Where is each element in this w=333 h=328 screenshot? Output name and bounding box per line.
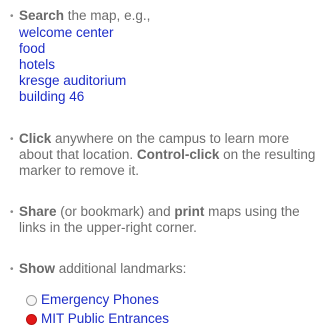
control-click-label: Control-click [136, 147, 220, 162]
click-help: Click anywhere on the campus to learn mo… [19, 131, 325, 179]
share-text-1: (or bookmark) and [56, 204, 175, 219]
share-label: Share [19, 204, 57, 219]
radio-selected-icon[interactable] [26, 313, 37, 325]
landmark-option-mit-public-entrances[interactable]: MIT Public Entrances [26, 310, 169, 328]
bullet-icon: • [10, 134, 14, 145]
search-label: Search [19, 8, 65, 23]
landmark-options: Emergency Phones MIT Public Entrances [26, 291, 169, 328]
landmark-label-emergency-phones[interactable]: Emergency Phones [41, 292, 159, 308]
landmark-option-emergency-phones[interactable]: Emergency Phones [26, 291, 169, 309]
example-link-food[interactable]: food [19, 41, 45, 56]
bullet-icon: • [10, 11, 14, 22]
show-label: Show [19, 261, 55, 276]
search-examples: welcome center food hotels kresge audito… [19, 25, 325, 105]
example-link-building-46[interactable]: building 46 [19, 89, 84, 104]
search-text: the map, e.g., [64, 8, 151, 23]
radio-unselected-icon[interactable] [26, 294, 37, 306]
share-help: Share (or bookmark) and print maps using… [19, 204, 325, 236]
bullet-icon: • [10, 264, 14, 275]
example-link-welcome-center[interactable]: welcome center [19, 25, 114, 40]
example-link-kresge-auditorium[interactable]: kresge auditorium [19, 73, 126, 88]
example-link-hotels[interactable]: hotels [19, 57, 55, 72]
click-label: Click [19, 131, 52, 146]
show-text: additional landmarks: [55, 261, 187, 276]
bullet-icon: • [10, 207, 14, 218]
search-help: Search the map, e.g., welcome center foo… [19, 8, 325, 105]
show-help: Show additional landmarks: [19, 261, 325, 277]
print-label: print [174, 204, 205, 219]
landmark-label-mit-public-entrances[interactable]: MIT Public Entrances [41, 311, 169, 327]
